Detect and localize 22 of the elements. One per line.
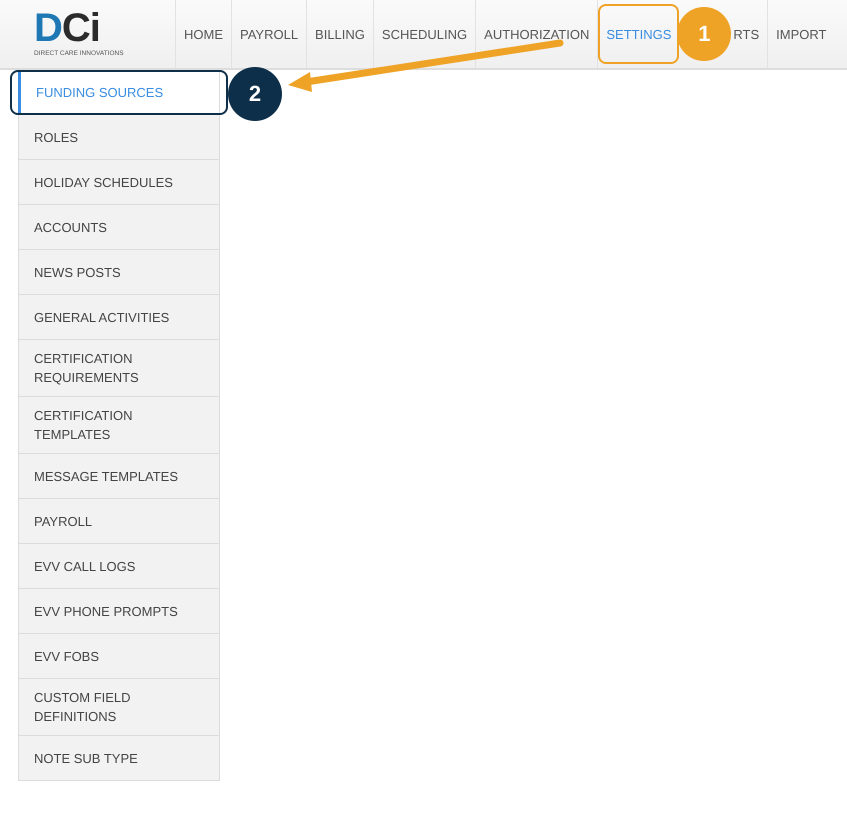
sidebar-item[interactable]: CUSTOM FIELD DEFINITIONS <box>18 679 220 736</box>
sidebar-item[interactable]: ACCOUNTS <box>18 205 220 250</box>
sidebar-item[interactable]: GENERAL ACTIVITIES <box>18 295 220 340</box>
nav-tab[interactable]: SCHEDULING <box>372 0 476 68</box>
sidebar-item[interactable]: MESSAGE TEMPLATES <box>18 454 220 499</box>
step-badge: 1 <box>677 7 732 61</box>
sidebar-item[interactable]: CERTIFICATION REQUIREMENTS <box>18 340 220 397</box>
sidebar-item[interactable]: EVV FOBS <box>18 634 220 679</box>
sidebar-item[interactable]: EVV PHONE PROMPTS <box>18 589 220 634</box>
sidebar-item[interactable]: EVV CALL LOGS <box>18 544 220 589</box>
sidebar-item[interactable]: HOLIDAY SCHEDULES <box>18 160 220 205</box>
nav-tab[interactable]: IMPORT <box>767 0 834 68</box>
sidebar-item[interactable]: NEWS POSTS <box>18 250 220 295</box>
nav-tab[interactable]: HOME <box>175 0 231 68</box>
nav-tab[interactable]: RTS <box>731 0 768 68</box>
step-badge: 2 <box>228 67 282 121</box>
sidebar-item[interactable]: CERTIFICATION TEMPLATES <box>18 397 220 454</box>
sidebar-item[interactable]: NOTE SUB TYPE <box>18 736 220 781</box>
sidebar-item[interactable]: ROLES <box>18 115 220 160</box>
nav-tab[interactable]: BILLING <box>306 0 373 68</box>
sidebar-item[interactable]: PAYROLL <box>18 499 220 544</box>
nav-tab[interactable]: AUTHORIZATION <box>475 0 598 68</box>
